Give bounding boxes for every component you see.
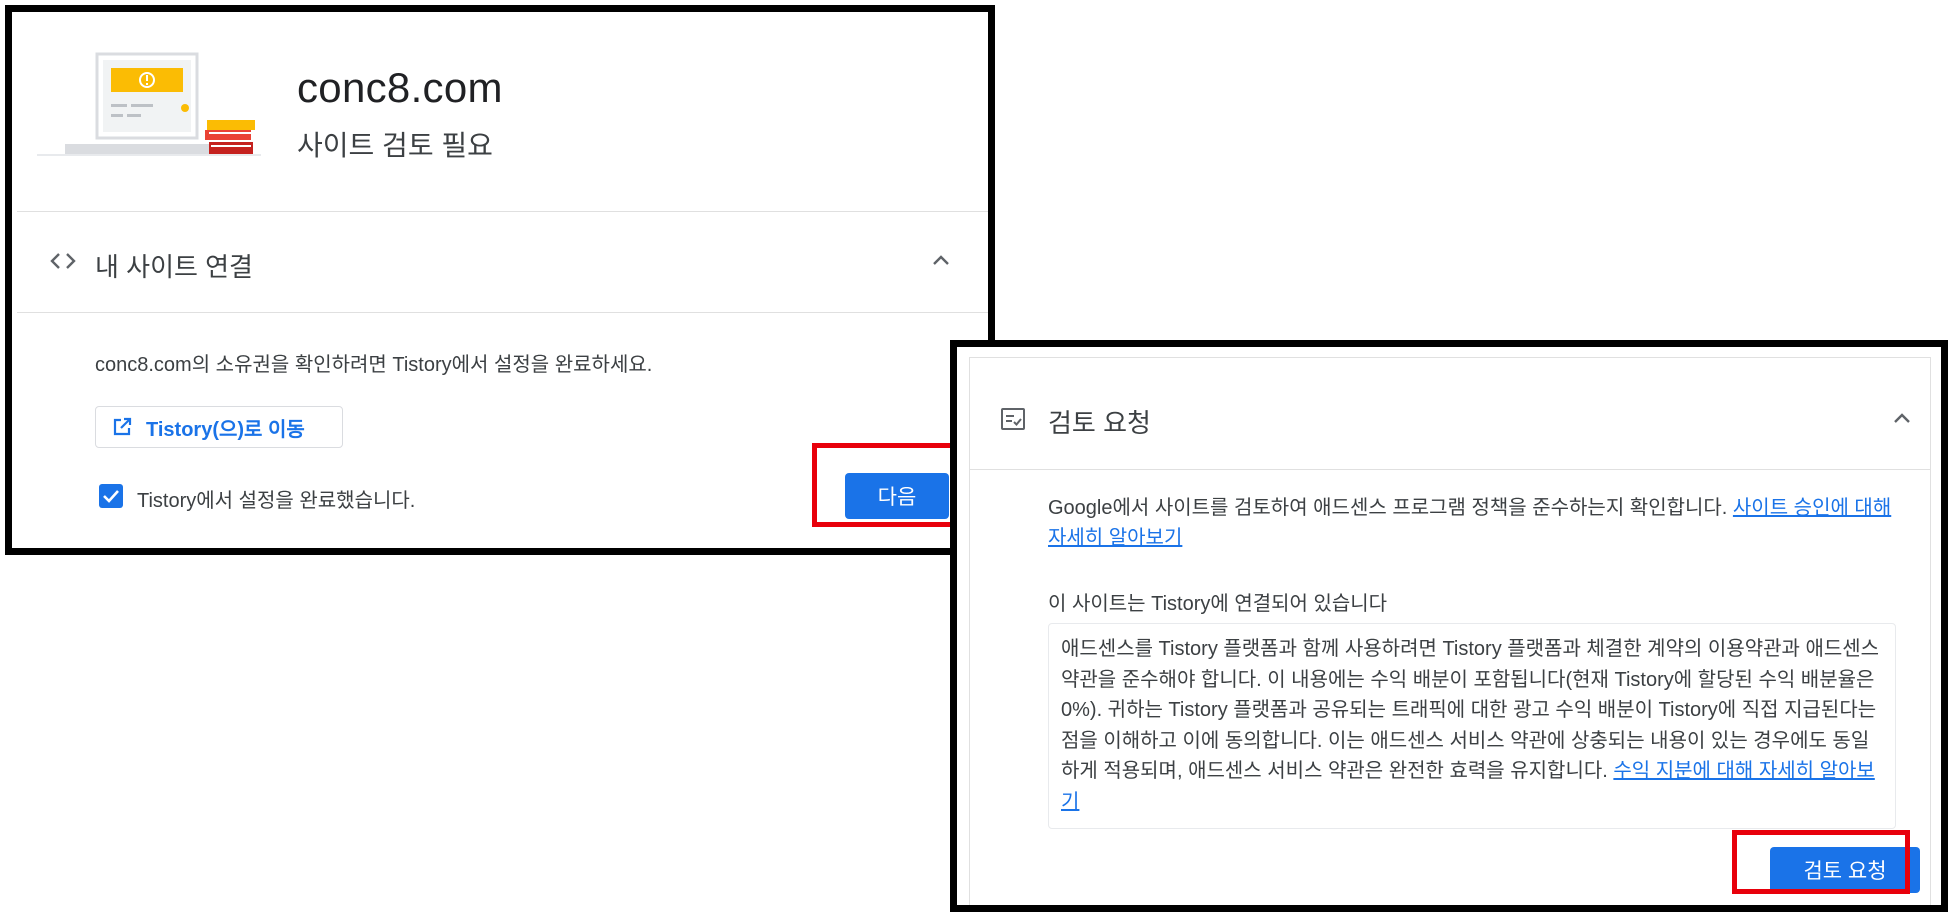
highlight-box-next (812, 443, 960, 527)
setup-complete-checkbox[interactable] (99, 484, 123, 508)
checkbox-checked-icon (103, 490, 119, 503)
go-to-tistory-label: Tistory(으)로 이동 (146, 418, 305, 441)
ownership-instruction: conc8.com의 소유권을 확인하려면 Tistory에서 설정을 완료하세… (95, 354, 653, 376)
site-review-illustration (37, 52, 261, 156)
chevron-up-icon[interactable] (1890, 407, 1914, 431)
divider (17, 211, 988, 212)
code-icon (50, 253, 76, 269)
site-status-label: 사이트 검토 필요 (297, 130, 493, 161)
review-description: Google에서 사이트를 검토하여 애드센스 프로그램 정책을 준수하는지 확… (1048, 493, 1898, 553)
review-description-text: Google에서 사이트를 검토하여 애드센스 프로그램 정책을 준수하는지 확… (1048, 497, 1733, 519)
chevron-up-icon[interactable] (929, 249, 953, 273)
review-request-panel: 검토 요청 Google에서 사이트를 검토하여 애드센스 프로그램 정책을 준… (950, 340, 1948, 912)
connect-site-section-header[interactable]: 내 사이트 연결 (17, 213, 988, 309)
setup-complete-label: Tistory에서 설정을 완료했습니다. (137, 490, 416, 512)
section-title: 내 사이트 연결 (95, 252, 253, 282)
site-domain-title: conc8.com (297, 64, 503, 111)
divider (970, 357, 1930, 358)
review-request-icon[interactable] (1000, 407, 1026, 431)
go-to-tistory-button[interactable]: Tistory(으)로 이동 (95, 406, 343, 448)
review-card: 검토 요청 Google에서 사이트를 검토하여 애드센스 프로그램 정책을 준… (969, 357, 1931, 905)
connected-to-tistory-label: 이 사이트는 Tistory에 연결되어 있습니다 (1048, 593, 1388, 615)
divider (970, 469, 1930, 470)
highlight-box-review (1732, 830, 1910, 894)
open-in-new-icon (113, 417, 132, 436)
divider (17, 312, 988, 313)
terms-box: 애드센스를 Tistory 플랫폼과 함께 사용하려면 Tistory 플랫폼과… (1048, 623, 1896, 829)
review-section-title: 검토 요청 (1048, 408, 1151, 438)
